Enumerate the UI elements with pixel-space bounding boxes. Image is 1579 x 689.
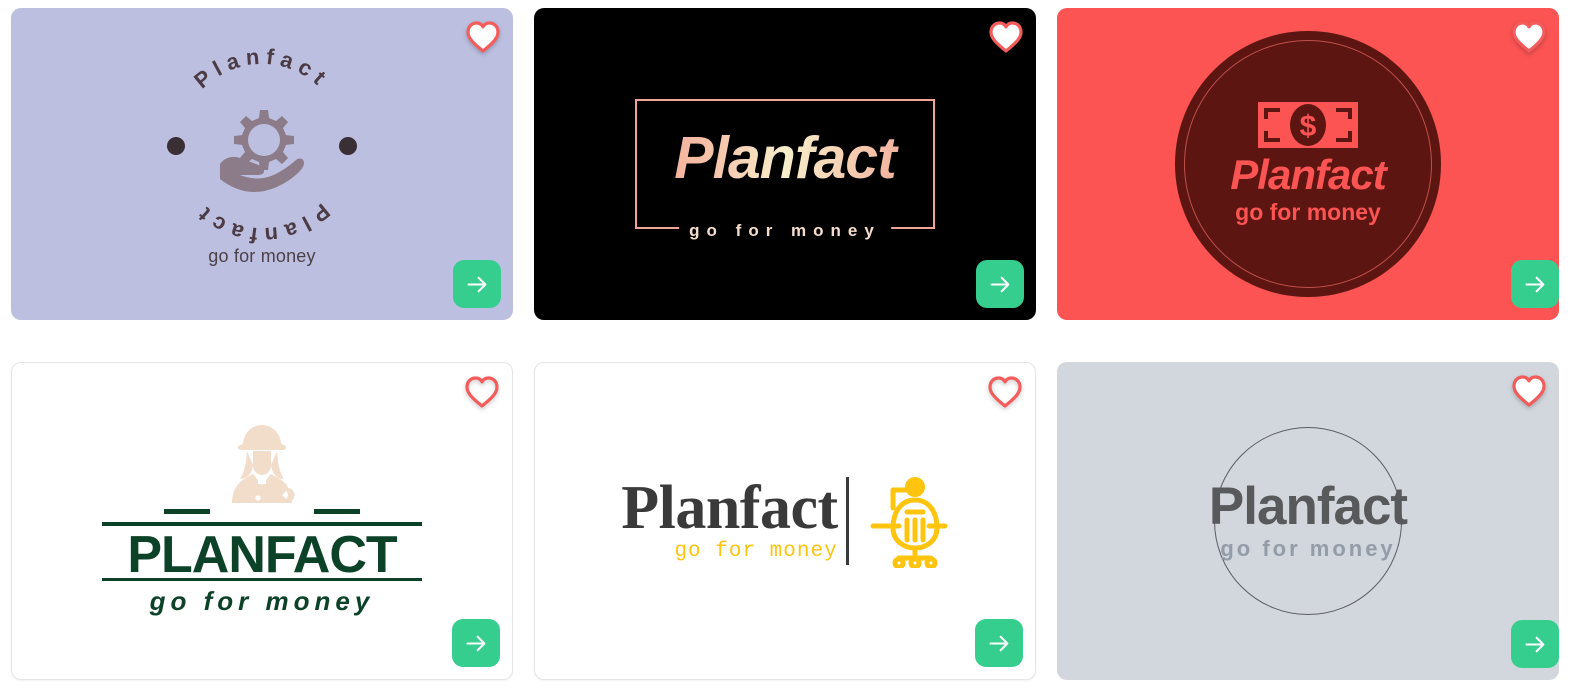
card-tagline: go for money bbox=[679, 221, 891, 241]
arrow-right-icon bbox=[466, 276, 486, 292]
logo-preview: Planfact go for money bbox=[534, 8, 1036, 320]
favorite-heart-icon[interactable] bbox=[988, 376, 1022, 408]
logo-card-coral-badge[interactable]: $ Planfact go for money bbox=[1057, 8, 1559, 320]
open-logo-button[interactable] bbox=[976, 260, 1024, 308]
card-brand: Planfact bbox=[1208, 477, 1408, 536]
logo-preview: Planfact go for money bbox=[535, 363, 1035, 679]
favorite-heart-icon[interactable] bbox=[989, 21, 1023, 53]
open-logo-button[interactable] bbox=[1511, 620, 1559, 668]
card-brand: Planfact bbox=[1230, 151, 1386, 199]
logo-results-grid: Planfact Planfact go for money Planfact … bbox=[0, 0, 1579, 689]
arrow-right-icon bbox=[989, 276, 1009, 292]
circular-wordmark: Planfact Planfact bbox=[167, 46, 357, 246]
svg-text:Planfact: Planfact bbox=[189, 199, 335, 246]
card-brand: PLANFACT bbox=[102, 528, 422, 583]
logo-preview: $ Planfact go for money bbox=[1057, 8, 1559, 320]
arrow-right-icon bbox=[1524, 636, 1544, 652]
open-logo-button[interactable] bbox=[975, 619, 1023, 667]
logo-card-black-gradient-frame[interactable]: Planfact go for money bbox=[534, 8, 1036, 320]
logo-card-gray-ring[interactable]: Planfact go for money bbox=[1057, 362, 1559, 680]
favorite-heart-icon[interactable] bbox=[465, 376, 499, 408]
card-tagline: go for money bbox=[674, 539, 838, 563]
vertical-divider bbox=[845, 477, 849, 565]
card-tagline: go for money bbox=[149, 585, 375, 616]
card-brand: Planfact bbox=[621, 474, 838, 543]
open-logo-button[interactable] bbox=[1511, 260, 1559, 308]
logo-card-circular-gear[interactable]: Planfact Planfact go for money bbox=[11, 8, 513, 320]
card-brand: Planfact bbox=[635, 129, 935, 188]
svg-text:Planfact: Planfact bbox=[189, 46, 335, 93]
svg-text:$: $ bbox=[1300, 110, 1317, 143]
arrow-right-icon bbox=[1524, 276, 1544, 292]
card-tagline: go for money bbox=[208, 246, 316, 266]
arrow-right-icon bbox=[465, 635, 485, 651]
logo-card-green-worker[interactable]: PLANFACT go for money bbox=[11, 362, 513, 680]
open-logo-button[interactable] bbox=[453, 260, 501, 308]
logo-preview: PLANFACT go for money bbox=[12, 363, 512, 679]
card-tagline: go for money bbox=[1220, 536, 1396, 561]
banknote-dollar-icon: $ bbox=[1258, 102, 1358, 149]
gear-in-hand-icon bbox=[220, 110, 304, 192]
office-chair-person-icon bbox=[870, 477, 948, 568]
logo-preview: Planfact Planfact go for money bbox=[11, 8, 513, 320]
favorite-heart-icon[interactable] bbox=[466, 21, 500, 53]
open-logo-button[interactable] bbox=[452, 619, 500, 667]
favorite-heart-icon[interactable] bbox=[1512, 375, 1546, 407]
logo-preview: Planfact go for money bbox=[1057, 362, 1559, 680]
arrow-right-icon bbox=[988, 635, 1008, 651]
accent-dashes bbox=[102, 509, 422, 515]
card-tagline: go for money bbox=[1235, 198, 1381, 225]
favorite-heart-icon[interactable] bbox=[1512, 21, 1546, 53]
worker-helmet-wrench-icon bbox=[232, 425, 295, 504]
logo-card-serif-chair[interactable]: Planfact go for money bbox=[534, 362, 1036, 680]
